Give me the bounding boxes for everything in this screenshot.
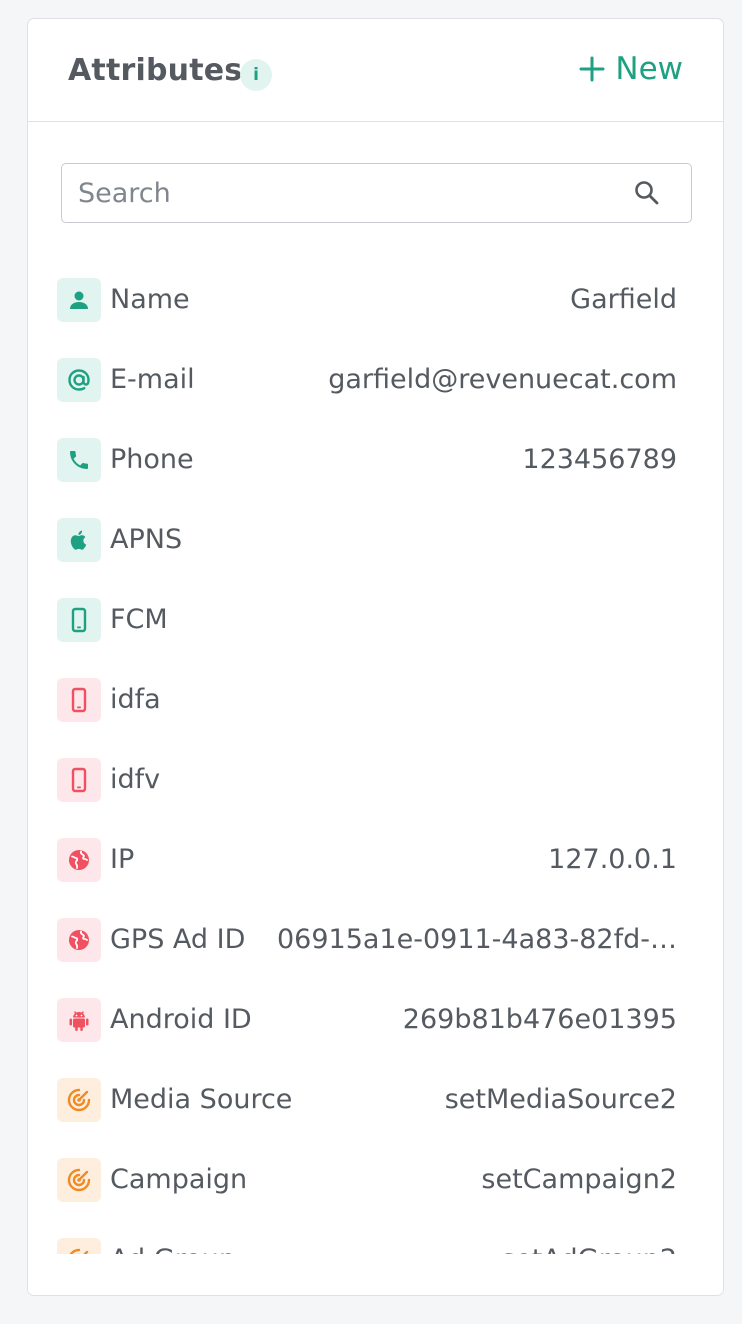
attribute-label: Phone (110, 444, 194, 475)
attribute-label: IP (110, 844, 135, 875)
attribute-row-fcm[interactable]: FCM (28, 580, 723, 660)
list-bottom-fade (28, 1254, 723, 1294)
search-icon[interactable] (633, 179, 661, 207)
target-icon (57, 1078, 101, 1122)
attribute-value: 127.0.0.1 (548, 844, 677, 875)
attribute-value: 06915a1e-0911-4a83-82fd-6… (277, 924, 677, 955)
search-box (61, 163, 692, 223)
attribute-value: setCampaign2 (481, 1164, 677, 1195)
apple-icon (57, 518, 101, 562)
search-input[interactable] (62, 164, 638, 222)
attribute-label: Media Source (110, 1084, 293, 1115)
attribute-row-ad-group[interactable]: Ad Group setAdGroup2 (28, 1220, 723, 1254)
attribute-row-idfa[interactable]: idfa (28, 660, 723, 740)
attribute-value: setAdGroup2 (501, 1238, 677, 1254)
attribute-label: E-mail (110, 364, 195, 395)
attribute-row-phone[interactable]: Phone 123456789 (28, 420, 723, 500)
attribute-row-media-source[interactable]: Media Source setMediaSource2 (28, 1060, 723, 1140)
attribute-value: setMediaSource2 (444, 1084, 677, 1115)
attribute-label: idfv (110, 764, 161, 795)
attribute-label: FCM (110, 604, 168, 635)
phone-icon (57, 438, 101, 482)
attribute-row-idfv[interactable]: idfv (28, 740, 723, 820)
attribute-value: 269b81b476e01395 (402, 1004, 677, 1035)
attribute-value: Garfield (570, 284, 677, 315)
attribute-label: Android ID (110, 1004, 252, 1035)
attribute-label: Ad Group (110, 1238, 236, 1254)
android-icon (57, 998, 101, 1042)
panel-header: Attributes i New (28, 19, 723, 122)
smartphone-icon (57, 758, 101, 802)
smartphone-icon (57, 598, 101, 642)
attribute-row-e-mail[interactable]: E-mail garfield@revenuecat.com (28, 340, 723, 420)
attribute-label: GPS Ad ID (110, 924, 246, 955)
attribute-row-name[interactable]: Name Garfield (28, 260, 723, 340)
new-attribute-button[interactable]: New (579, 47, 683, 91)
person-icon (57, 278, 101, 322)
plus-icon (579, 56, 605, 82)
attribute-row-campaign[interactable]: Campaign setCampaign2 (28, 1140, 723, 1220)
new-button-label: New (615, 51, 683, 87)
attribute-row-android-id[interactable]: Android ID 269b81b476e01395 (28, 980, 723, 1060)
at-sign-icon (57, 358, 101, 402)
attribute-label: Campaign (110, 1164, 248, 1195)
smartphone-icon (57, 678, 101, 722)
attributes-panel: Attributes i New Name Garfield E-mail garfi… (27, 18, 724, 1296)
attribute-value: 123456789 (522, 444, 677, 475)
target-icon (57, 1158, 101, 1202)
globe-icon (57, 918, 101, 962)
target-icon (57, 1238, 101, 1254)
attribute-label: APNS (110, 524, 183, 555)
info-icon[interactable]: i (240, 59, 272, 91)
globe-icon (57, 838, 101, 882)
attribute-row-apns[interactable]: APNS (28, 500, 723, 580)
attribute-value: garfield@revenuecat.com (328, 364, 677, 395)
attribute-label: Name (110, 284, 190, 315)
panel-title: Attributes (68, 53, 243, 88)
attribute-row-gps-ad-id[interactable]: GPS Ad ID 06915a1e-0911-4a83-82fd-6… (28, 900, 723, 980)
attribute-list: Name Garfield E-mail garfield@revenuecat.co… (28, 242, 723, 1254)
attribute-row-ip[interactable]: IP 127.0.0.1 (28, 820, 723, 900)
attribute-label: idfa (110, 684, 161, 715)
